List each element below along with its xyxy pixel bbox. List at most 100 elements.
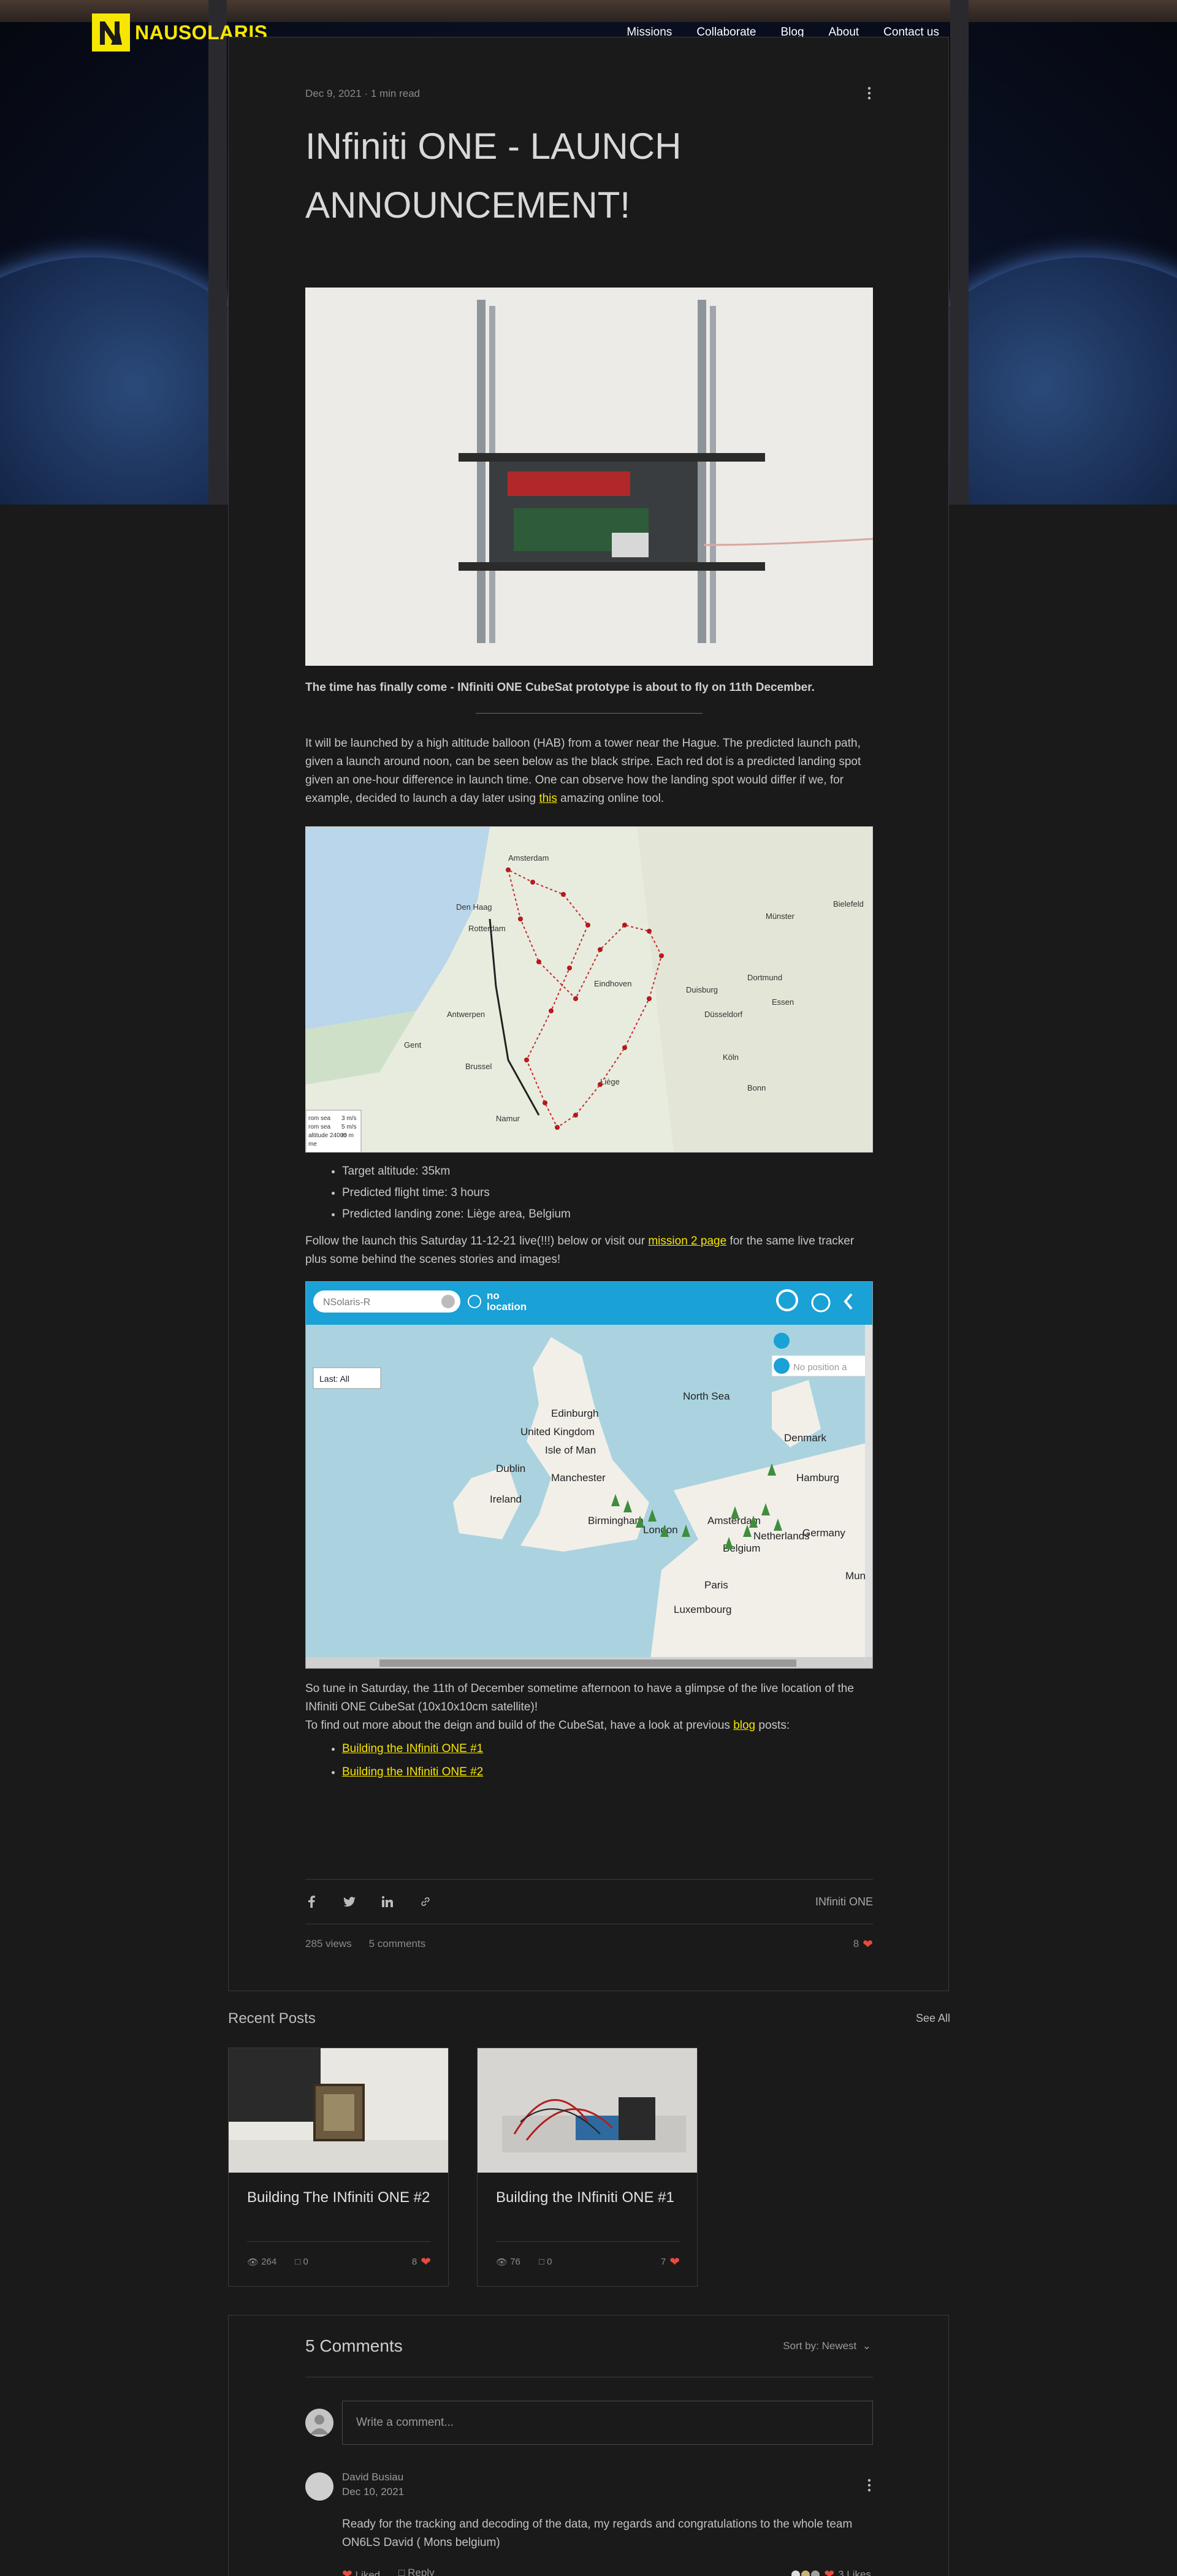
map-label: Bonn bbox=[747, 1083, 766, 1092]
search-clear-icon bbox=[441, 1295, 455, 1308]
map-label: Antwerpen bbox=[447, 1010, 485, 1019]
follow-text-a: Follow the launch this Saturday 11-12-21… bbox=[305, 1235, 649, 1248]
reply-icon: □ bbox=[398, 2567, 405, 2576]
content-divider bbox=[476, 713, 703, 714]
liker-avatar bbox=[791, 2569, 801, 2576]
map-label: Münster bbox=[766, 912, 795, 921]
recent-post-title[interactable]: Building The INfiniti ONE #2 bbox=[247, 2189, 430, 2206]
recent-post-card[interactable]: Building The INfiniti ONE #2 👁︎ 264 □ 0 … bbox=[228, 2048, 449, 2287]
map-label: Rotterdam bbox=[468, 924, 506, 933]
recent-post-card[interactable]: Building the INfiniti ONE #1 👁︎ 76 □ 0 7… bbox=[477, 2048, 698, 2287]
map-label: Köln bbox=[723, 1053, 739, 1062]
map-label: Dortmund bbox=[747, 973, 782, 982]
sort-label: Sort by: Newest bbox=[783, 2340, 857, 2352]
related-post-link-2[interactable]: Building the INfiniti ONE #2 bbox=[342, 1766, 483, 1778]
recent-comments: 0 bbox=[303, 2257, 308, 2267]
map-info-value: 5 m/s bbox=[341, 1124, 356, 1130]
cubesat-photo bbox=[305, 288, 873, 666]
map-label: Manchester bbox=[551, 1472, 606, 1484]
see-all-link[interactable]: See All bbox=[916, 2012, 950, 2025]
comment-date: Dec 10, 2021 bbox=[342, 2486, 405, 2498]
recent-posts-title: Recent Posts bbox=[228, 2010, 316, 2027]
map-info-label: rom sea bbox=[308, 1124, 331, 1130]
recent-post-image bbox=[478, 2048, 697, 2173]
online-tool-link[interactable]: this bbox=[539, 792, 557, 805]
heart-icon[interactable]: ❤ bbox=[863, 1937, 873, 1952]
map-label: Namur bbox=[496, 1114, 520, 1123]
recent-post-likes[interactable]: 7 ❤ bbox=[661, 2254, 680, 2269]
likes-count: 8 bbox=[853, 1938, 859, 1949]
live-tracker-map[interactable]: NSolaris-R no location Last: All No position… bbox=[305, 1281, 873, 1669]
comment-actions: ❤ Liked □ Reply bbox=[342, 2567, 435, 2576]
launch-paragraph: It will be launched by a high altitude b… bbox=[305, 734, 873, 808]
comment-likes-count: 3 Likes bbox=[838, 2568, 871, 2576]
avatar bbox=[305, 2472, 333, 2501]
twitter-icon[interactable] bbox=[343, 1896, 356, 1908]
map-label: Bielefeld bbox=[833, 899, 864, 909]
like-button[interactable]: ❤ Liked bbox=[342, 2567, 380, 2576]
map-label: London bbox=[643, 1524, 678, 1536]
comment-likes[interactable]: ❤ 3 Likes bbox=[791, 2567, 871, 2576]
write-comment-input[interactable]: Write a comment... bbox=[342, 2401, 873, 2445]
related-post-link-1[interactable]: Building the INfiniti ONE #1 bbox=[342, 1742, 483, 1755]
heart-icon[interactable]: ❤ bbox=[421, 2254, 431, 2269]
post-title-line1: INfiniti ONE - LAUNCH bbox=[305, 126, 682, 167]
follow-paragraph: Follow the launch this Saturday 11-12-21… bbox=[305, 1232, 873, 1269]
map-label: Netherlands bbox=[753, 1530, 810, 1542]
post-lead: The time has finally come - INfiniti ONE… bbox=[305, 681, 815, 694]
comments-count[interactable]: 5 comments bbox=[369, 1938, 426, 1950]
recent-post-likes[interactable]: 8 ❤ bbox=[412, 2254, 431, 2269]
map-label: Birmingham bbox=[588, 1515, 644, 1526]
map-scrollbar-vertical bbox=[865, 1325, 872, 1657]
post-content: The time has finally come - INfiniti ONE… bbox=[305, 675, 873, 1786]
map-label: North Sea bbox=[683, 1390, 730, 1402]
no-position-label: No position a bbox=[793, 1362, 847, 1373]
comment-icon: □ bbox=[295, 2257, 301, 2267]
map-label: Eindhoven bbox=[594, 979, 631, 988]
link-icon[interactable] bbox=[419, 1896, 432, 1908]
comment-more-options-icon[interactable] bbox=[867, 2479, 871, 2495]
linkedin-icon[interactable] bbox=[381, 1896, 394, 1908]
fact-altitude: Target altitude: 35km bbox=[342, 1162, 873, 1181]
related-post-item: Building the INfiniti ONE #1 bbox=[342, 1740, 873, 1758]
recent-post-image bbox=[229, 2048, 448, 2173]
heart-icon: ❤ bbox=[824, 2568, 835, 2576]
comment-author[interactable]: David Busiau bbox=[342, 2471, 403, 2483]
map-label: Dublin bbox=[496, 1463, 525, 1474]
reply-button[interactable]: □ Reply bbox=[398, 2567, 434, 2576]
map-label: Den Haag bbox=[456, 902, 492, 912]
map-label: Essen bbox=[772, 997, 794, 1007]
post-tag[interactable]: INfiniti ONE bbox=[815, 1896, 873, 1908]
launch-text-b: amazing online tool. bbox=[557, 792, 665, 805]
post-date: Dec 9, 2021 bbox=[305, 88, 362, 99]
comment-text: Ready for the tracking and decoding of t… bbox=[342, 2518, 853, 2549]
heart-icon: ❤ bbox=[342, 2568, 352, 2576]
reply-label: Reply bbox=[408, 2567, 435, 2576]
map-label: Edinburgh bbox=[551, 1408, 599, 1419]
recent-post-title[interactable]: Building the INfiniti ONE #1 bbox=[496, 2189, 674, 2206]
comments-section: 5 Comments Sort by: Newest ⌄ Write a com… bbox=[228, 2315, 949, 2576]
more-options-icon[interactable] bbox=[867, 86, 871, 100]
facebook-icon[interactable] bbox=[305, 1896, 318, 1908]
tracker-search-placeholder: NSolaris-R bbox=[323, 1297, 370, 1308]
map-label: Brussel bbox=[465, 1062, 492, 1071]
map-scrollbar-thumb bbox=[379, 1660, 796, 1667]
map-label: Düsseldorf bbox=[704, 1010, 743, 1019]
post-title-line2: ANNOUNCEMENT! bbox=[305, 185, 631, 226]
find-out-text-b: posts: bbox=[755, 1719, 790, 1732]
fact-landing-zone: Predicted landing zone: Liège area, Belg… bbox=[342, 1205, 873, 1224]
card-divider bbox=[496, 2241, 680, 2242]
map-label: Paris bbox=[704, 1579, 728, 1591]
blog-link[interactable]: blog bbox=[733, 1719, 755, 1732]
share-bar: INfiniti ONE bbox=[305, 1879, 873, 1924]
heart-icon[interactable]: ❤ bbox=[669, 2254, 680, 2269]
like-label: Liked bbox=[355, 2569, 381, 2576]
recent-post-stats: 👁︎ 76 □ 0 7 ❤ bbox=[496, 2254, 680, 2269]
recent-views: 264 bbox=[261, 2257, 277, 2267]
map-info-label: altitude 24000 m bbox=[308, 1132, 354, 1139]
post-likes[interactable]: 8 ❤ bbox=[853, 1937, 873, 1952]
sort-dropdown[interactable]: Sort by: Newest ⌄ bbox=[783, 2340, 871, 2352]
fact-flight-time: Predicted flight time: 3 hours bbox=[342, 1184, 873, 1202]
mission-2-page-link[interactable]: mission 2 page bbox=[648, 1235, 726, 1248]
recent-comments: 0 bbox=[547, 2257, 552, 2267]
